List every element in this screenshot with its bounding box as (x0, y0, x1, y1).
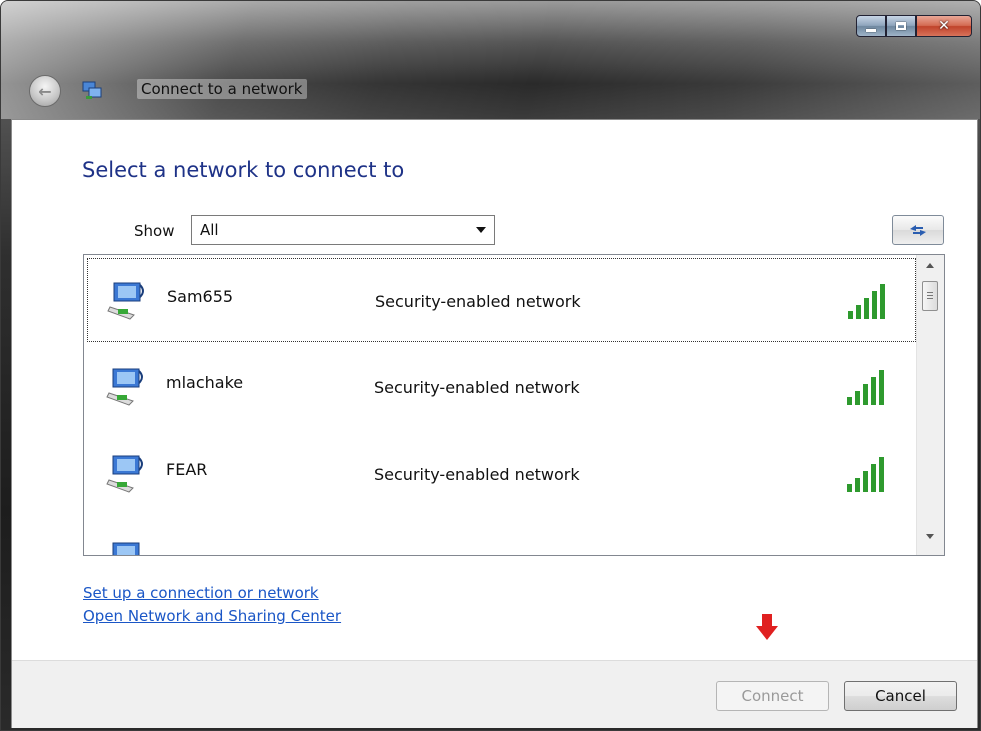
network-name: mlachake (166, 373, 244, 392)
minimize-button[interactable] (856, 15, 886, 37)
connect-to-network-window: ✕ ← Connect to a network Select a networ… (0, 0, 981, 731)
grip-line (927, 295, 933, 296)
page-heading: Select a network to connect to (82, 158, 405, 182)
network-list[interactable]: Sam655 Security-enabled network mlachake… (83, 254, 945, 556)
network-name: FEAR (166, 460, 208, 479)
caption-buttons: ✕ (856, 15, 972, 39)
maximize-button[interactable] (886, 15, 916, 37)
signal-strength-icon (847, 370, 884, 405)
title-bar[interactable]: ✕ ← Connect to a network (1, 1, 980, 119)
wireless-network-icon (112, 542, 140, 555)
show-filter-dropdown[interactable]: All (191, 215, 495, 245)
network-row[interactable] (87, 519, 916, 556)
signal-strength-icon (847, 457, 884, 492)
wireless-network-icon (107, 282, 144, 320)
wireless-network-icon (106, 368, 143, 406)
network-row[interactable]: FEAR Security-enabled network (87, 432, 916, 516)
grip-line (927, 292, 933, 293)
scroll-up-icon[interactable] (926, 263, 934, 268)
network-name: Sam655 (167, 287, 234, 306)
back-arrow-icon: ← (38, 81, 52, 101)
minimize-icon (866, 28, 876, 32)
maximize-icon (896, 22, 906, 30)
show-label: Show (134, 222, 175, 240)
network-window-icon (82, 81, 102, 99)
close-button[interactable]: ✕ (916, 15, 972, 37)
refresh-icon (910, 225, 926, 236)
red-down-arrow-icon (756, 614, 778, 640)
network-row[interactable]: mlachake Security-enabled network (87, 345, 916, 429)
window-title: Connect to a network (137, 79, 307, 99)
signal-strength-icon (848, 284, 885, 319)
cancel-button[interactable]: Cancel (844, 681, 957, 711)
dialog-content: Select a network to connect to Show All (11, 119, 978, 728)
setup-connection-link[interactable]: Set up a connection or network (83, 584, 319, 602)
list-scrollbar[interactable] (916, 255, 944, 555)
show-filter-value: All (200, 221, 219, 239)
button-bar: Connect Cancel (12, 660, 977, 728)
network-status: Security-enabled network (374, 465, 580, 484)
network-row[interactable]: Sam655 Security-enabled network (87, 258, 916, 342)
back-button[interactable]: ← (29, 75, 61, 107)
scroll-thumb[interactable] (922, 281, 938, 311)
network-status: Security-enabled network (374, 378, 580, 397)
scroll-down-icon[interactable] (926, 534, 934, 539)
grip-line (927, 298, 933, 299)
close-icon: ✕ (938, 18, 950, 34)
connect-button[interactable]: Connect (716, 681, 829, 711)
refresh-button[interactable] (892, 215, 944, 245)
wireless-network-icon (106, 455, 143, 493)
signal-strength-icon (845, 541, 895, 556)
network-sharing-center-link[interactable]: Open Network and Sharing Center (83, 607, 341, 625)
chevron-down-icon (476, 227, 486, 233)
network-status: Security-enabled network (375, 292, 581, 311)
